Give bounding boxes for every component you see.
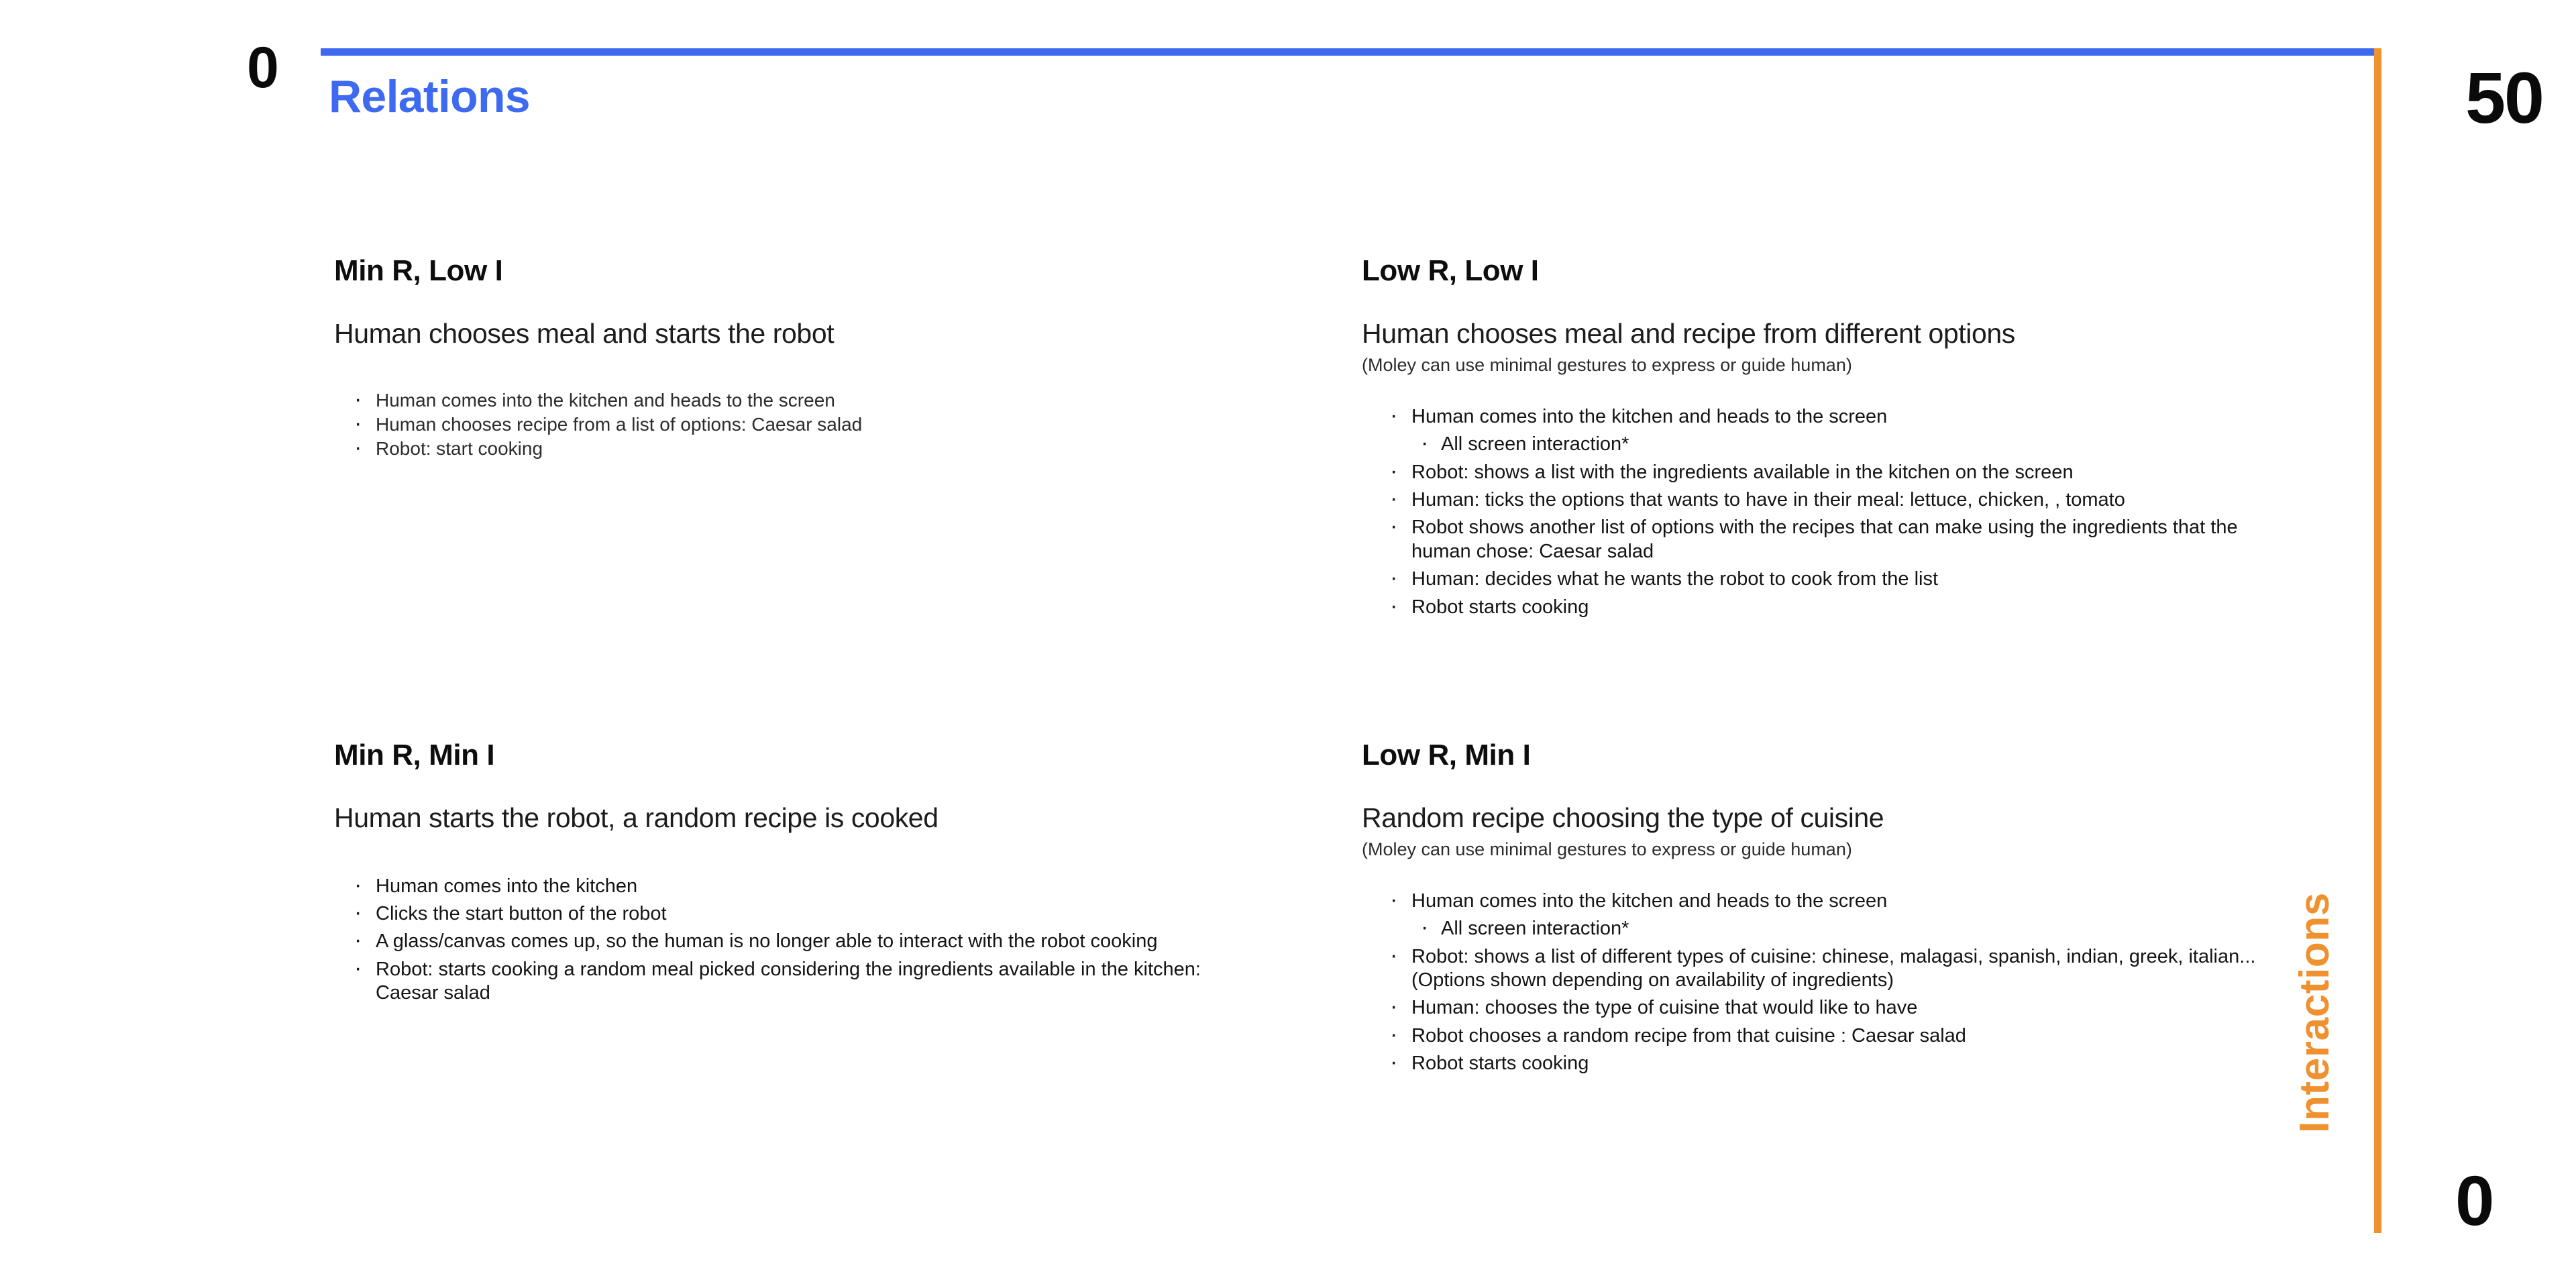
list-item: Robot: shows a list with the ingredients… <box>1386 458 2288 486</box>
list-item: Clicks the start button of the robot <box>350 899 1260 927</box>
quadrant-title: Min R, Low I <box>334 254 503 287</box>
quadrant-title: Min R, Min I <box>334 739 495 771</box>
quadrant-title: Low R, Min I <box>1362 739 1531 771</box>
step-list: Human comes into the kitchen and heads t… <box>1362 402 2288 621</box>
list-item: A glass/canvas comes up, so the human is… <box>350 926 1260 955</box>
quadrant-subtitle: Random recipe choosing the type of cuisi… <box>1362 802 1884 834</box>
quadrant-min-r-min-i: Min R, Min I Human starts the robot, a r… <box>334 739 1260 1009</box>
list-item: Robot: start cooking <box>350 434 1260 462</box>
list-item: Robot shows another list of options with… <box>1386 513 2288 564</box>
quadrant-subtitle: Human chooses meal and recipe from diffe… <box>1362 318 2015 350</box>
list-item: Robot: starts cooking a random meal pick… <box>350 955 1260 1006</box>
quadrant-low-r-low-i: Low R, Low I Human chooses meal and reci… <box>1362 254 2288 623</box>
list-item: All screen interaction* <box>1415 429 2288 458</box>
list-item: Human: chooses the type of cuisine that … <box>1386 993 2288 1021</box>
step-list: Human comes into the kitchen and heads t… <box>334 386 1260 462</box>
step-list: Human comes into the kitchen and heads t… <box>1362 886 2288 1077</box>
list-item: Robot: shows a list of different types o… <box>1386 942 2288 993</box>
list-item: Human: ticks the options that wants to h… <box>1386 485 2288 513</box>
list-item: Human comes into the kitchen and heads t… <box>350 386 1260 414</box>
list-item: All screen interaction* <box>1415 914 2288 942</box>
list-item: Robot starts cooking <box>1386 1049 2288 1077</box>
quadrant-grid: Min R, Low I Human chooses meal and star… <box>0 0 2576 1288</box>
list-item: Robot chooses a random recipe from that … <box>1386 1021 2288 1049</box>
quadrant-subtitle: Human chooses meal and starts the robot <box>334 318 835 350</box>
quadrant-note: (Moley can use minimal gestures to expre… <box>1362 839 1852 859</box>
list-item: Robot starts cooking <box>1386 592 2288 620</box>
quadrant-low-r-min-i: Low R, Min I Random recipe choosing the … <box>1362 739 2288 1080</box>
list-item: Human: decides what he wants the robot t… <box>1386 564 2288 592</box>
quadrant-subtitle: Human starts the robot, a random recipe … <box>334 802 938 834</box>
list-item: Human chooses recipe from a list of opti… <box>350 410 1260 438</box>
list-item: Human comes into the kitchen and heads t… <box>1386 886 2288 914</box>
step-list: Human comes into the kitchen Clicks the … <box>334 871 1260 1006</box>
quadrant-min-r-low-i: Min R, Low I Human chooses meal and star… <box>334 254 1260 462</box>
list-item: Human comes into the kitchen and heads t… <box>1386 402 2288 430</box>
list-item: Human comes into the kitchen <box>350 871 1260 899</box>
quadrant-title: Low R, Low I <box>1362 254 1539 287</box>
quadrant-note: (Moley can use minimal gestures to expre… <box>1362 354 1852 375</box>
